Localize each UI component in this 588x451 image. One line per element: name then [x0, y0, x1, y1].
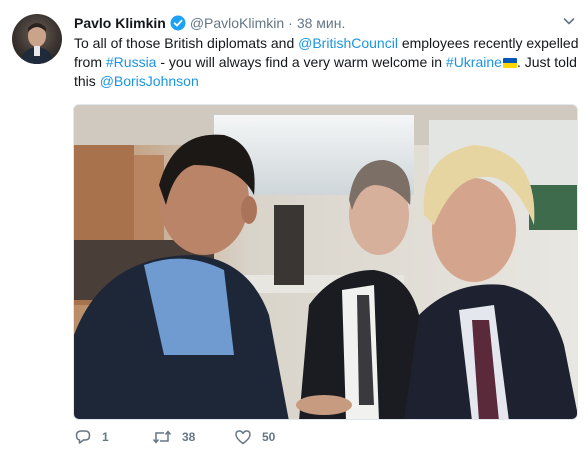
ukraine-flag-icon [502, 58, 517, 68]
verified-badge-icon [170, 15, 186, 31]
user-handle[interactable]: @PavloKlimkin [190, 15, 284, 31]
reply-count: 1 [102, 430, 109, 444]
retweet-button[interactable]: 38 [152, 428, 222, 446]
tweet-card: Pavlo Klimkin @PavloKlimkin · 38 мин. To… [0, 0, 588, 451]
tweet-text-segment: To all of those British diplomats and [74, 35, 299, 51]
user-name[interactable]: Pavlo Klimkin [74, 15, 166, 31]
tweet-photo[interactable] [73, 104, 578, 420]
tweet-header: Pavlo Klimkin @PavloKlimkin · 38 мин. [74, 13, 345, 33]
tweet-text-segment: - you will always find a very warm welco… [156, 54, 446, 70]
retweet-icon [152, 428, 172, 446]
like-button[interactable]: 50 [234, 428, 304, 446]
tweet-text: To all of those British diplomats and @B… [74, 34, 579, 91]
timestamp[interactable]: 38 мин. [297, 15, 346, 31]
meta-separator: · [288, 15, 293, 31]
heart-icon [234, 428, 252, 446]
reply-button[interactable]: 1 [74, 428, 134, 446]
retweet-count: 38 [182, 430, 196, 444]
mention-british-council[interactable]: @BritishCouncil [298, 35, 398, 51]
hashtag-russia[interactable]: #Russia [106, 54, 157, 70]
mention-boris-johnson[interactable]: @BorisJohnson [100, 73, 199, 89]
reply-icon [74, 428, 92, 446]
like-count: 50 [262, 430, 276, 444]
hashtag-ukraine[interactable]: #Ukraine [446, 54, 502, 70]
chevron-down-icon[interactable] [561, 13, 577, 29]
avatar[interactable] [12, 14, 62, 64]
